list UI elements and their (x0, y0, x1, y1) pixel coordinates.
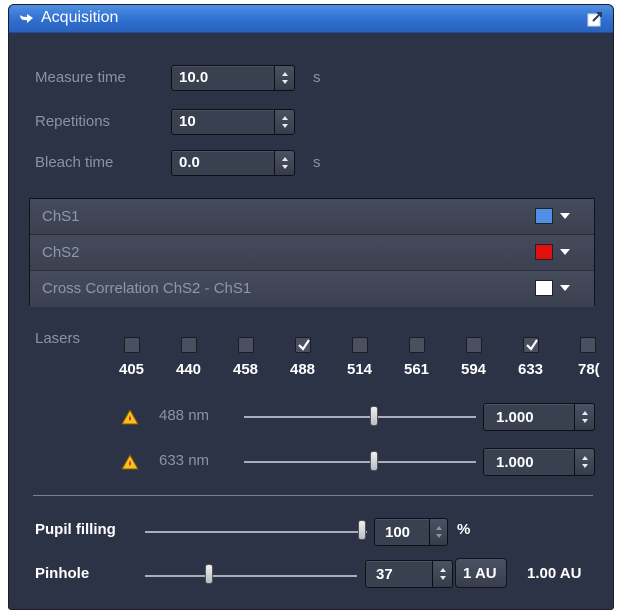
laser-405-checkbox[interactable] (124, 337, 140, 353)
laser-488-power-value: 1.000 (496, 409, 534, 426)
repetitions-input[interactable]: 10 (171, 109, 295, 135)
laser-wavelength-label: 458 (233, 361, 259, 378)
laser-633-checkbox[interactable] (523, 337, 539, 353)
panel-title: Acquisition (41, 9, 119, 26)
laser-633-power-spin-button[interactable] (574, 449, 594, 475)
laser-warning-icon (121, 409, 139, 425)
channel-list: ChS1 ChS2 Cross Correlation ChS2 - ChS1 (29, 198, 595, 307)
channel-row-chs1[interactable]: ChS1 (30, 199, 594, 235)
laser-warning-icon (121, 454, 139, 470)
laser-633-power-input[interactable]: 1.000 (483, 448, 595, 476)
channel-name: Cross Correlation ChS2 - ChS1 (42, 280, 252, 297)
pupil-filling-input[interactable]: 100 (374, 518, 448, 546)
measure-time-input[interactable]: 10.0 (171, 65, 295, 91)
pinhole-slider-thumb[interactable] (205, 564, 213, 584)
laser-488-power-slider[interactable] (244, 416, 476, 418)
laser-561-checkbox[interactable] (409, 337, 425, 353)
measure-time-value: 10.0 (179, 69, 209, 86)
pinhole-value: 37 (376, 566, 393, 583)
dropdown-arrow-icon[interactable] (560, 285, 570, 291)
laser-488-power-label: 488 nm (159, 407, 210, 424)
lasers-label: Lasers (35, 330, 81, 347)
dropdown-arrow-icon[interactable] (560, 213, 570, 219)
channel-color-swatch[interactable] (535, 280, 553, 296)
laser-wavelength-label: 78( (578, 361, 600, 378)
laser-440-checkbox[interactable] (181, 337, 197, 353)
laser-488-checkbox[interactable] (295, 337, 311, 353)
laser-633-power-slider[interactable] (244, 461, 476, 463)
channel-row-cross-correlation[interactable]: Cross Correlation ChS2 - ChS1 (30, 271, 594, 307)
channel-color-swatch[interactable] (535, 244, 553, 260)
measure-time-spin-button[interactable] (274, 66, 294, 90)
bleach-time-input[interactable]: 0.0 (171, 150, 295, 176)
laser-wavelength-label: 594 (461, 361, 487, 378)
pupil-filling-label: Pupil filling (35, 521, 116, 538)
laser-780-checkbox[interactable] (580, 337, 596, 353)
laser-wavelength-label: 561 (404, 361, 430, 378)
channel-name: ChS1 (42, 208, 80, 225)
bleach-time-value: 0.0 (179, 154, 200, 171)
measure-time-label: Measure time (35, 69, 126, 86)
channel-color-swatch[interactable] (535, 208, 553, 224)
measure-time-unit: s (313, 69, 321, 86)
undock-icon[interactable] (587, 11, 603, 27)
pinhole-slider[interactable] (145, 575, 357, 577)
laser-488-power-slider-thumb[interactable] (370, 406, 378, 426)
pinhole-input[interactable]: 37 (365, 560, 453, 588)
pupil-filling-slider[interactable] (145, 531, 367, 533)
laser-633-power-value: 1.000 (496, 454, 534, 471)
pupil-filling-unit: % (457, 521, 471, 538)
laser-488-power-spin-button[interactable] (574, 404, 594, 430)
repetitions-spin-button[interactable] (274, 110, 294, 134)
laser-458-checkbox[interactable] (238, 337, 254, 353)
pupil-filling-slider-thumb[interactable] (358, 520, 366, 540)
checkmark-icon (526, 339, 538, 351)
pinhole-spin-button[interactable] (432, 561, 452, 587)
dropdown-arrow-icon[interactable] (560, 249, 570, 255)
laser-wavelength-label: 633 (518, 361, 544, 378)
pinhole-au-readout: 1.00 AU (527, 565, 582, 582)
checkmark-icon (298, 339, 310, 351)
laser-633-power-slider-thumb[interactable] (370, 451, 378, 471)
laser-633-power-label: 633 nm (159, 452, 210, 469)
bleach-time-unit: s (313, 154, 321, 171)
pupil-filling-value: 100 (385, 524, 411, 541)
section-divider (33, 495, 593, 496)
laser-wavelength-label: 405 (119, 361, 145, 378)
repetitions-label: Repetitions (35, 113, 111, 130)
bleach-time-spin-button[interactable] (274, 151, 294, 175)
repetitions-value: 10 (179, 113, 196, 130)
bleach-time-label: Bleach time (35, 154, 114, 171)
laser-514-checkbox[interactable] (352, 337, 368, 353)
panel-titlebar[interactable]: Acquisition (9, 5, 613, 33)
laser-488-power-input[interactable]: 1.000 (483, 403, 595, 431)
laser-594-checkbox[interactable] (466, 337, 482, 353)
pinhole-1au-button[interactable]: 1 AU (455, 558, 507, 588)
pinhole-1au-button-label: 1 AU (463, 565, 497, 582)
acquisition-panel: Acquisition Measure time 10.0 s Repetiti… (8, 4, 614, 610)
laser-wavelength-label: 488 (290, 361, 316, 378)
channel-name: ChS2 (42, 244, 80, 261)
laser-wavelength-label: 440 (176, 361, 202, 378)
pupil-filling-spin-button[interactable] (429, 519, 447, 545)
channel-row-chs2[interactable]: ChS2 (30, 235, 594, 271)
collapse-arrow-icon[interactable] (18, 11, 36, 25)
laser-wavelength-label: 514 (347, 361, 373, 378)
pinhole-label: Pinhole (35, 565, 90, 582)
